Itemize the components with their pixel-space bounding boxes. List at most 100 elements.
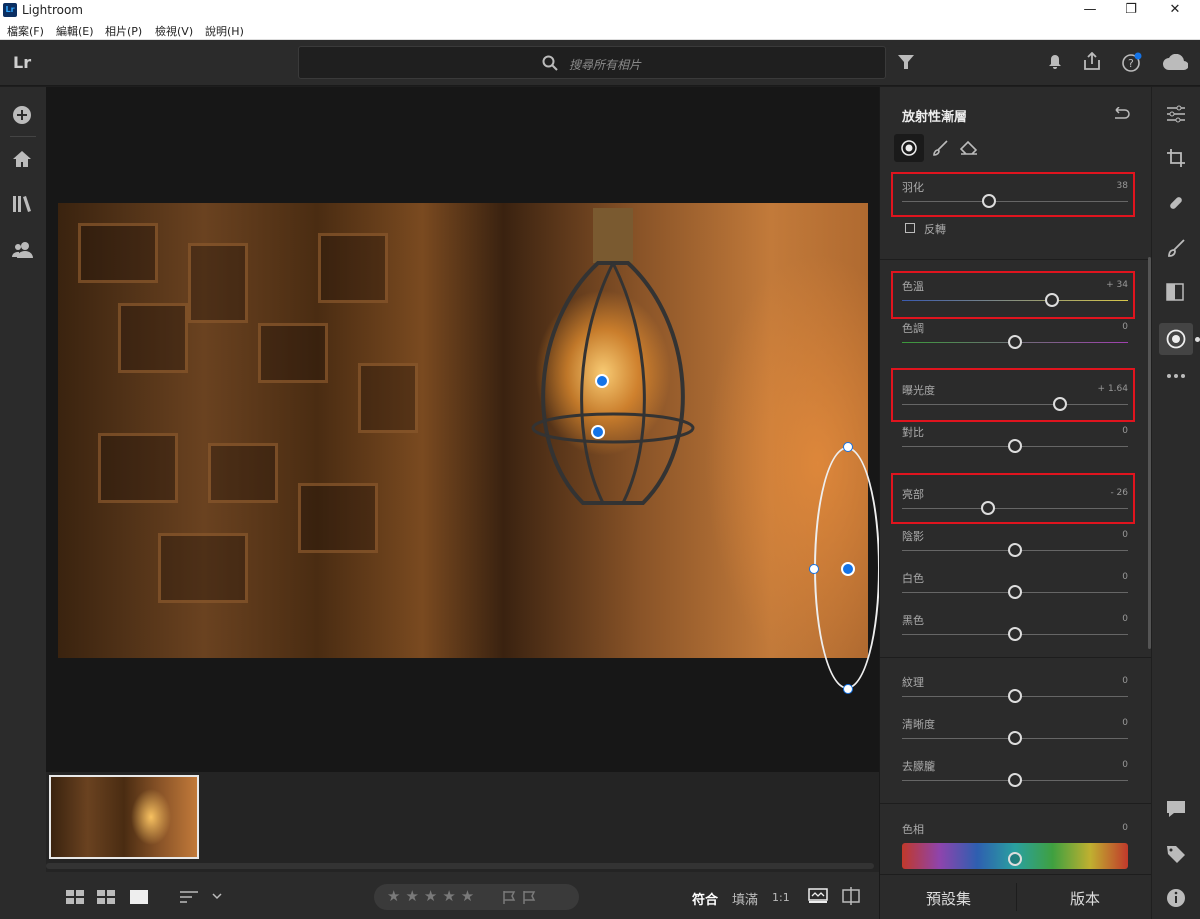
slider-knob[interactable]: [1008, 439, 1022, 453]
stars-text[interactable]: ★★★★★: [387, 887, 479, 905]
slider-label: 白色: [902, 572, 924, 585]
clarity-slider[interactable]: 清晰度 0: [880, 716, 1140, 756]
filmstrip-scrollbar[interactable]: [46, 863, 874, 869]
slider-knob[interactable]: [1008, 335, 1022, 349]
compare-icon[interactable]: [808, 888, 828, 904]
share-icon[interactable]: [1083, 52, 1101, 70]
tint-slider[interactable]: 色調 0: [880, 320, 1140, 360]
bulb-cage: [531, 208, 695, 505]
contrast-slider[interactable]: 對比 0: [880, 424, 1140, 464]
slider-knob[interactable]: [1008, 773, 1022, 787]
mask-left-handle[interactable]: [809, 564, 819, 574]
minimize-button[interactable]: —: [1070, 0, 1110, 20]
photo-detail: [258, 323, 328, 383]
add-photos-icon[interactable]: [12, 105, 32, 125]
linear-gradient-icon[interactable]: [1166, 283, 1184, 301]
search-input[interactable]: 搜尋所有相片: [298, 46, 886, 79]
menu-edit[interactable]: 編輯(E): [56, 23, 94, 39]
mask-bottom-handle[interactable]: [843, 684, 853, 694]
gradient-center-handle[interactable]: [595, 374, 609, 388]
slider-label: 去朦朧: [902, 760, 935, 773]
invert-checkbox[interactable]: [905, 223, 915, 233]
brush-icon[interactable]: [932, 140, 948, 156]
info-icon[interactable]: [1166, 888, 1186, 908]
panel-title: 放射性漸層: [902, 110, 968, 125]
hue-value[interactable]: 0: [1122, 823, 1128, 833]
tag-icon[interactable]: [1166, 845, 1186, 863]
whites-slider[interactable]: 白色 0: [880, 570, 1140, 610]
help-icon[interactable]: ?: [1122, 52, 1142, 72]
menu-photo[interactable]: 相片(P): [105, 23, 142, 39]
slider-value[interactable]: 0: [1122, 614, 1128, 624]
comment-icon[interactable]: [1166, 800, 1186, 818]
versions-button[interactable]: 版本: [1070, 888, 1100, 909]
more-icon[interactable]: [1166, 373, 1186, 379]
slider-knob[interactable]: [1008, 731, 1022, 745]
library-icon[interactable]: [12, 195, 32, 213]
slider-knob[interactable]: [1008, 543, 1022, 557]
zoom-fill-button[interactable]: 填滿: [732, 889, 758, 908]
hue-knob[interactable]: [1008, 852, 1022, 866]
filmstrip: [46, 772, 879, 872]
chevron-down-icon[interactable]: [212, 893, 222, 900]
eraser-icon[interactable]: [960, 141, 978, 155]
slider-knob[interactable]: [1008, 627, 1022, 641]
zoom-fit-button[interactable]: 符合: [692, 889, 718, 908]
texture-slider[interactable]: 紋理 0: [880, 674, 1140, 714]
maximize-button[interactable]: ❐: [1111, 0, 1151, 20]
healing-icon[interactable]: [1166, 193, 1186, 213]
grid-view-icon[interactable]: [97, 890, 115, 904]
crop-icon[interactable]: [1166, 148, 1186, 168]
menu-file[interactable]: 檔案(F): [7, 23, 44, 39]
flag-reject-icon[interactable]: [522, 890, 536, 904]
square-grid-icon[interactable]: [66, 890, 84, 904]
gradient-center-handle-secondary[interactable]: [591, 425, 605, 439]
tool-radial-active[interactable]: [894, 134, 924, 162]
menu-help[interactable]: 說明(H): [205, 23, 244, 39]
slider-value[interactable]: 0: [1122, 760, 1128, 770]
edited-photo[interactable]: [58, 203, 868, 658]
bell-icon[interactable]: [1047, 54, 1063, 70]
flag-pick-icon[interactable]: [502, 890, 516, 904]
menu-view[interactable]: 檢視(V): [155, 23, 193, 39]
cloud-icon[interactable]: [1162, 54, 1188, 70]
slider-value[interactable]: 0: [1122, 530, 1128, 540]
divider: [880, 259, 1152, 260]
photo-detail: [78, 223, 158, 283]
edit-sliders-icon[interactable]: [1166, 105, 1186, 123]
dehaze-slider[interactable]: 去朦朧 0: [880, 758, 1140, 798]
filter-icon[interactable]: [898, 55, 914, 69]
sort-icon[interactable]: [180, 891, 198, 903]
slider-value[interactable]: 0: [1122, 572, 1128, 582]
photo-canvas[interactable]: [46, 87, 880, 772]
slider-value[interactable]: 0: [1122, 426, 1128, 436]
before-after-icon[interactable]: [842, 887, 860, 905]
slider-label: 紋理: [902, 676, 924, 689]
people-icon[interactable]: [12, 240, 34, 258]
presets-button[interactable]: 預設集: [926, 888, 971, 909]
slider-label: 對比: [902, 426, 924, 439]
detail-view-icon[interactable]: [130, 890, 148, 904]
slider-knob[interactable]: [1008, 689, 1022, 703]
shadows-slider[interactable]: 陰影 0: [880, 528, 1140, 568]
highlight-box: [891, 172, 1135, 217]
reset-icon[interactable]: [1112, 107, 1130, 121]
blacks-slider[interactable]: 黑色 0: [880, 612, 1140, 652]
highlight-box: [891, 271, 1135, 319]
photo-detail: [118, 303, 188, 373]
rating-stars[interactable]: ★★★★★: [374, 884, 579, 910]
slider-knob[interactable]: [1008, 585, 1022, 599]
home-icon[interactable]: [12, 150, 32, 168]
close-button[interactable]: ✕: [1155, 0, 1195, 20]
brush-tool-icon[interactable]: [1166, 238, 1186, 258]
lr-logo[interactable]: Lr: [13, 53, 31, 72]
radial-gradient-tool-icon[interactable]: [1166, 329, 1186, 349]
mask-center-handle[interactable]: [841, 562, 855, 576]
slider-value[interactable]: 0: [1122, 322, 1128, 332]
photo-thumbnail[interactable]: [49, 775, 199, 859]
photo-detail: [298, 483, 378, 553]
mask-top-handle[interactable]: [843, 442, 853, 452]
slider-value[interactable]: 0: [1122, 676, 1128, 686]
slider-value[interactable]: 0: [1122, 718, 1128, 728]
zoom-1to1-button[interactable]: 1:1: [772, 891, 790, 904]
